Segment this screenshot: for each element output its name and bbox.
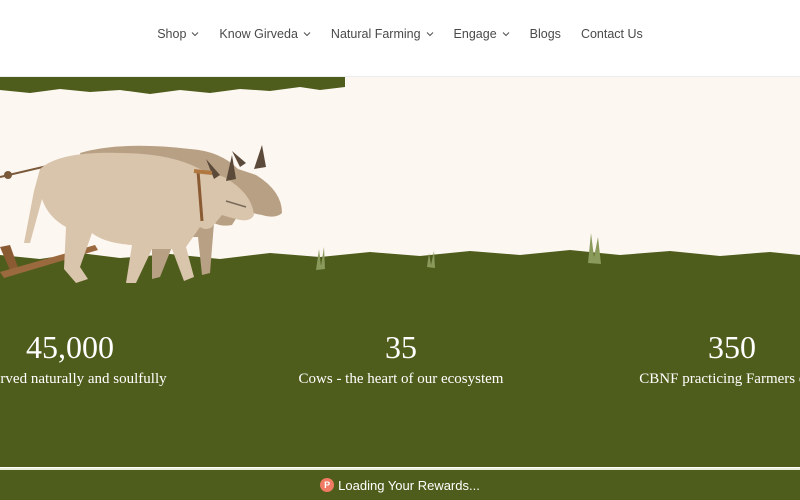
nav-item-label: Engage [453, 27, 497, 41]
stat-farmers: 350 CBNF practicing Farmers emp [562, 329, 800, 389]
rewards-bar[interactable]: P Loading Your Rewards... [0, 468, 800, 500]
rewards-label: Loading Your Rewards... [338, 477, 480, 493]
stat-number: 45,000 [26, 329, 114, 365]
nav-item-blogs[interactable]: Blogs [530, 27, 561, 41]
chevron-down-icon [502, 30, 510, 38]
stat-caption: CBNF practicing Farmers emp [639, 371, 800, 387]
nav-item-label: Natural Farming [330, 27, 421, 41]
stat-number: 35 [385, 329, 417, 365]
stat-customers: 45,000 rs served naturally and soulfully [0, 329, 240, 389]
nav-item-label: Shop [157, 27, 187, 41]
rewards-coin-icon: P [320, 478, 335, 492]
hero-section: 45,000 rs served naturally and soulfully… [0, 77, 800, 467]
site-header: Shop Know Girveda Natural Farming Engage… [0, 0, 800, 77]
hero-scene [0, 77, 800, 467]
stat-caption: rs served naturally and soulfully [0, 371, 167, 387]
nav-item-label: Contact Us [580, 27, 643, 41]
chevron-down-icon [191, 30, 199, 38]
nav-item-contact-us[interactable]: Contact Us [581, 27, 643, 41]
main-nav: Shop Know Girveda Natural Farming Engage… [0, 27, 800, 41]
nav-item-label: Know Girveda [219, 27, 298, 41]
chevron-down-icon [426, 30, 434, 38]
stat-cows: 35 Cows - the heart of our ecosystem [231, 329, 571, 389]
chevron-down-icon [303, 30, 311, 38]
nav-item-shop[interactable]: Shop [157, 27, 199, 41]
nav-item-label: Blogs [529, 27, 561, 41]
stat-caption: Cows - the heart of our ecosystem [298, 371, 504, 387]
nav-item-know-girveda[interactable]: Know Girveda [219, 27, 311, 41]
stat-number: 350 [708, 329, 756, 365]
nav-item-natural-farming[interactable]: Natural Farming [331, 27, 434, 41]
nav-item-engage[interactable]: Engage [454, 27, 510, 41]
